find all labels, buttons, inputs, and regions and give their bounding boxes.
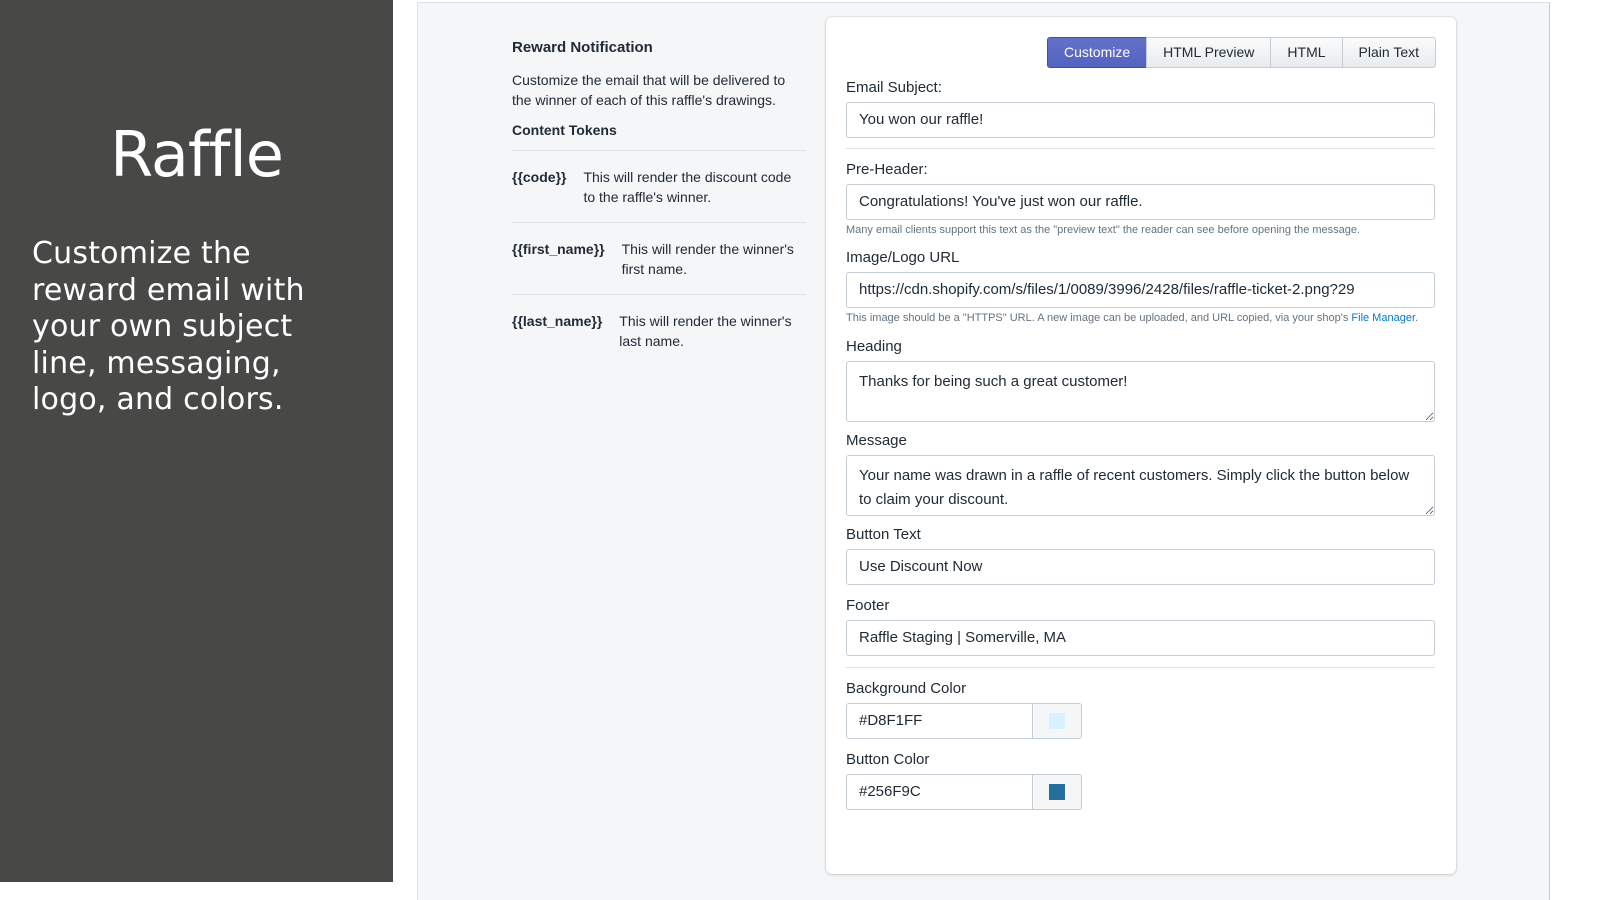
button-color-picker: #256F9C [846,774,1082,810]
token-code: {{first_name}} [512,241,605,257]
heading-label: Heading [846,338,902,355]
section-description: Customize the email that will be deliver… [512,72,786,108]
divider [846,667,1435,668]
token-list: {{code}} This will render the discount c… [512,151,806,366]
background-color-swatch [1049,713,1065,729]
button-color-swatch-button[interactable] [1033,775,1081,809]
token-item: {{first_name}} This will render the winn… [512,223,806,295]
tab-plain-text[interactable]: Plain Text [1341,37,1436,68]
preheader-help: Many email clients support this text as … [846,224,1361,236]
background-color-input[interactable]: #D8F1FF [847,704,1033,738]
tab-html-preview[interactable]: HTML Preview [1146,37,1272,68]
image-url-help: This image should be a "HTTPS" URL. A ne… [846,308,1426,329]
token-code: {{last_name}} [512,313,603,329]
view-tabs: Customize HTML Preview HTML Plain Text [1047,37,1436,68]
message-label: Message [846,432,907,449]
section-heading: Reward Notification [512,39,653,56]
footer-input[interactable]: Raffle Staging | Somerville, MA [846,620,1435,656]
info-panel: Reward Notification Customize the email … [512,39,806,366]
subject-label: Email Subject: [846,79,942,96]
token-description: This will render the winner's last name. [619,313,792,349]
token-code: {{code}} [512,169,567,185]
app-description: Customize the reward email with your own… [32,236,305,417]
heading-textarea[interactable]: Thanks for being such a great customer! [846,361,1435,422]
footer-label: Footer [846,597,890,614]
background-color-swatch-button[interactable] [1033,704,1081,738]
app-frame: Reward Notification Customize the email … [417,2,1550,900]
file-manager-link[interactable]: File Manager [1351,312,1415,324]
tab-html[interactable]: HTML [1270,37,1343,68]
message-textarea[interactable]: Your name was drawn in a raffle of recen… [846,455,1435,516]
image-url-label: Image/Logo URL [846,249,960,266]
button-text-input[interactable]: Use Discount Now [846,549,1435,585]
email-settings-card: Customize HTML Preview HTML Plain Text E… [826,17,1456,874]
preheader-input[interactable]: Congratulations! You've just won our raf… [846,184,1435,220]
app-title: Raffle [110,118,284,191]
image-url-help-text: This image should be a "HTTPS" URL. A ne… [846,312,1352,324]
divider [846,148,1435,149]
preheader-label: Pre-Header: [846,161,928,178]
promo-sidebar: Raffle Customize the reward email with y… [0,0,393,882]
background-color-picker: #D8F1FF [846,703,1082,739]
token-item: {{code}} This will render the discount c… [512,151,806,223]
token-description: This will render the winner's first name… [621,241,794,277]
tab-customize[interactable]: Customize [1047,37,1148,68]
button-color-label: Button Color [846,751,930,768]
background-color-label: Background Color [846,680,967,697]
token-description: This will render the discount code to th… [583,169,792,205]
tokens-heading: Content Tokens [512,122,806,151]
image-url-help-end: . [1415,312,1419,324]
button-color-swatch [1049,784,1065,800]
token-item: {{last_name}} This will render the winne… [512,295,806,366]
button-text-label: Button Text [846,526,921,543]
button-color-input[interactable]: #256F9C [847,775,1033,809]
email-form: Email Subject: You won our raffle! Pre-H… [846,79,1436,810]
image-url-input[interactable]: https://cdn.shopify.com/s/files/1/0089/3… [846,272,1435,308]
subject-input[interactable]: You won our raffle! [846,102,1435,138]
